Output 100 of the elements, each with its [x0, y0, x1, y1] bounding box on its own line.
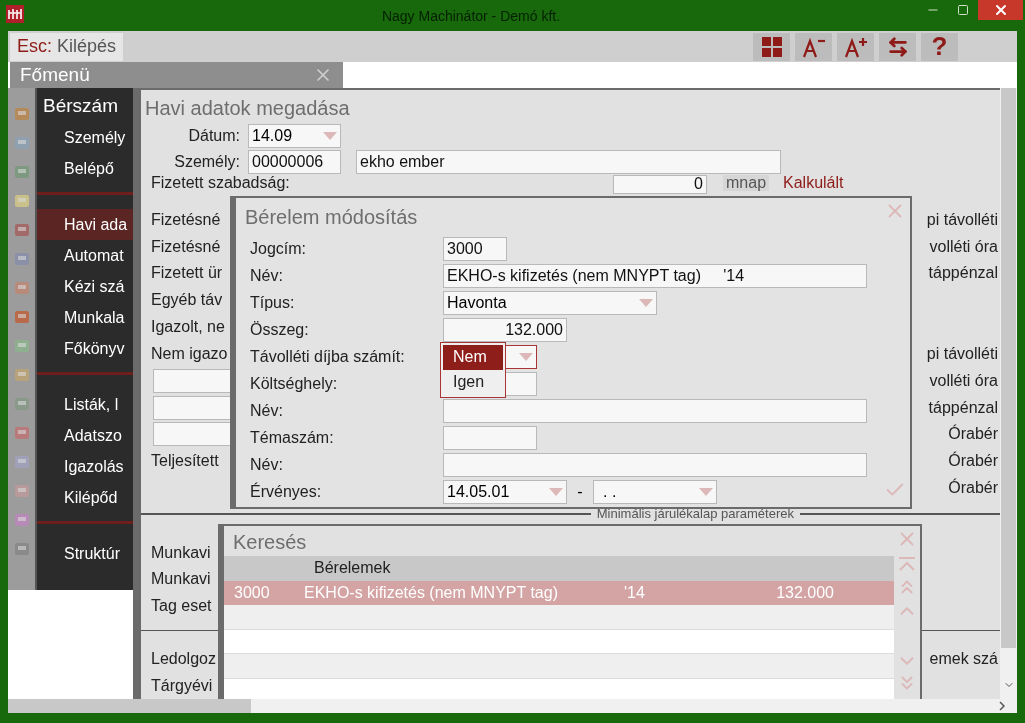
field-label: Egyéb táv: [151, 290, 223, 311]
text-field[interactable]: [443, 398, 867, 423]
field-label: Személy:: [173, 151, 241, 172]
menu-title: Bérszám: [42, 94, 119, 118]
module-icon: [13, 251, 30, 267]
person-id-field[interactable]: 00000006: [248, 149, 341, 174]
field-label: Tárgyévi: [151, 675, 213, 696]
field-label: Igazolt, ne: [151, 317, 225, 338]
help-button[interactable]: ?: [921, 32, 958, 61]
dropdown-caret-icon: [519, 352, 533, 361]
text-field[interactable]: [153, 422, 233, 447]
close-button[interactable]: [978, 0, 1023, 20]
text-field[interactable]: [153, 395, 233, 420]
field-label: volléti óra: [929, 236, 998, 257]
chevron-right-icon: [999, 701, 1005, 711]
field-label: Név:: [250, 454, 284, 475]
grid-button[interactable]: [753, 32, 790, 61]
font-decrease-button[interactable]: [795, 32, 832, 61]
scrollbar-thumb[interactable]: [1001, 88, 1016, 648]
dropdown-caret-icon: [549, 487, 563, 496]
field-label: Költséghely:: [250, 373, 339, 394]
form-title: Havi adatok megadása: [144, 96, 351, 121]
field-label: Dátum:: [187, 125, 241, 146]
date-select[interactable]: 14.09: [248, 123, 341, 148]
module-icon: [13, 164, 30, 180]
vertical-scrollbar[interactable]: [1000, 88, 1017, 699]
menu-item[interactable]: Listák, l: [37, 389, 133, 420]
field-label: Érvényes:: [250, 481, 323, 502]
field-label: volléti óra: [929, 370, 998, 391]
menu-item[interactable]: Kilépőd: [37, 482, 133, 513]
app-logo-icon: [6, 5, 24, 23]
field-label: pi távolléti: [926, 209, 998, 230]
scrollbar-thumb[interactable]: [8, 699, 251, 713]
menu-item[interactable]: Belépő: [37, 153, 133, 184]
field-label: Ledolgoz: [151, 648, 216, 669]
dropdown-option[interactable]: Igen: [443, 369, 503, 395]
field-label: Témaszám:: [250, 427, 335, 448]
text-field[interactable]: [443, 452, 867, 477]
field-label: Típus:: [250, 292, 296, 313]
swap-arrows-icon: [886, 35, 909, 58]
menu-item[interactable]: Automat: [37, 240, 133, 271]
field-label: Nem igazo: [151, 343, 228, 364]
module-icon: [13, 222, 30, 238]
menu-item[interactable]: Személy: [37, 122, 133, 153]
field-label: Távolléti díjba számít:: [250, 346, 406, 367]
module-icon: [13, 454, 30, 470]
module-icon: [13, 338, 30, 354]
empty-row[interactable]: [224, 679, 894, 699]
window-title: Nagy Machinátor - Demó kft.: [380, 7, 562, 26]
menu-item[interactable]: Igazolás: [37, 451, 133, 482]
dropdown-caret-icon: [699, 487, 713, 496]
module-icon: [13, 367, 30, 383]
menu-item[interactable]: Kézi szá: [37, 271, 133, 302]
menu-item[interactable]: Havi ada: [37, 209, 133, 240]
vacation-field[interactable]: 0: [613, 174, 707, 194]
font-increase-button[interactable]: [837, 32, 874, 61]
empty-row[interactable]: [224, 629, 894, 655]
menu-item[interactable]: Adatszo: [37, 420, 133, 451]
module-icon: [13, 512, 30, 528]
empty-row[interactable]: [224, 654, 894, 680]
swap-button[interactable]: [879, 32, 916, 61]
section-legend: Minimális járulékalap paraméterek: [590, 507, 800, 522]
maximize-icon: [957, 4, 969, 16]
text-field[interactable]: [153, 368, 233, 393]
field-label: Munkavi: [151, 542, 211, 563]
dropdown-caret-icon: [639, 298, 653, 307]
dropdown-option[interactable]: Nem: [443, 344, 503, 370]
field-label: Név:: [250, 400, 284, 421]
field-label: emek szá: [929, 648, 998, 669]
field-label: Teljesített: [151, 451, 219, 472]
horizontal-scrollbar[interactable]: [8, 699, 1017, 713]
table-cell-text: '14: [624, 582, 646, 603]
field-label: Jogcím:: [250, 238, 307, 259]
date-select[interactable]: 14.05.01: [443, 479, 567, 504]
amount-field[interactable]: 132.000: [443, 317, 567, 342]
date-select[interactable]: . .: [593, 479, 717, 504]
menu-item[interactable]: Főkönyv: [37, 333, 133, 364]
menu-item[interactable]: Munkala: [37, 302, 133, 333]
menu-item[interactable]: Struktúr: [37, 538, 133, 569]
module-icon: [13, 309, 30, 325]
module-icon: [13, 106, 30, 122]
table-cell-text: 3000: [233, 582, 271, 603]
person-name-field[interactable]: ekho ember: [356, 149, 781, 174]
text-field[interactable]: EKHO-s kifizetés (nem MNYPT tag) '14: [443, 263, 867, 288]
module-icon: [13, 425, 30, 441]
column-header: Bérelemek: [314, 558, 391, 579]
field-label: Tag eset: [151, 596, 212, 617]
field-label: Órabér: [948, 477, 998, 498]
module-icon: [13, 135, 30, 151]
exit-button[interactable]: Esc: Kilépés: [10, 32, 124, 61]
text-field[interactable]: [443, 425, 537, 450]
dialog-title: Keresés: [232, 530, 307, 555]
field-label: Munkavi: [151, 569, 211, 590]
select-field[interactable]: Havonta: [443, 290, 657, 315]
field-label: Összeg:: [250, 319, 310, 340]
text-field[interactable]: 3000: [443, 236, 507, 261]
calculated-link[interactable]: Kalkulált: [783, 174, 844, 191]
empty-row[interactable]: [224, 604, 894, 630]
dialog-title: Bérelem módosítás: [244, 205, 418, 230]
field-label: pi távolléti: [926, 343, 998, 364]
